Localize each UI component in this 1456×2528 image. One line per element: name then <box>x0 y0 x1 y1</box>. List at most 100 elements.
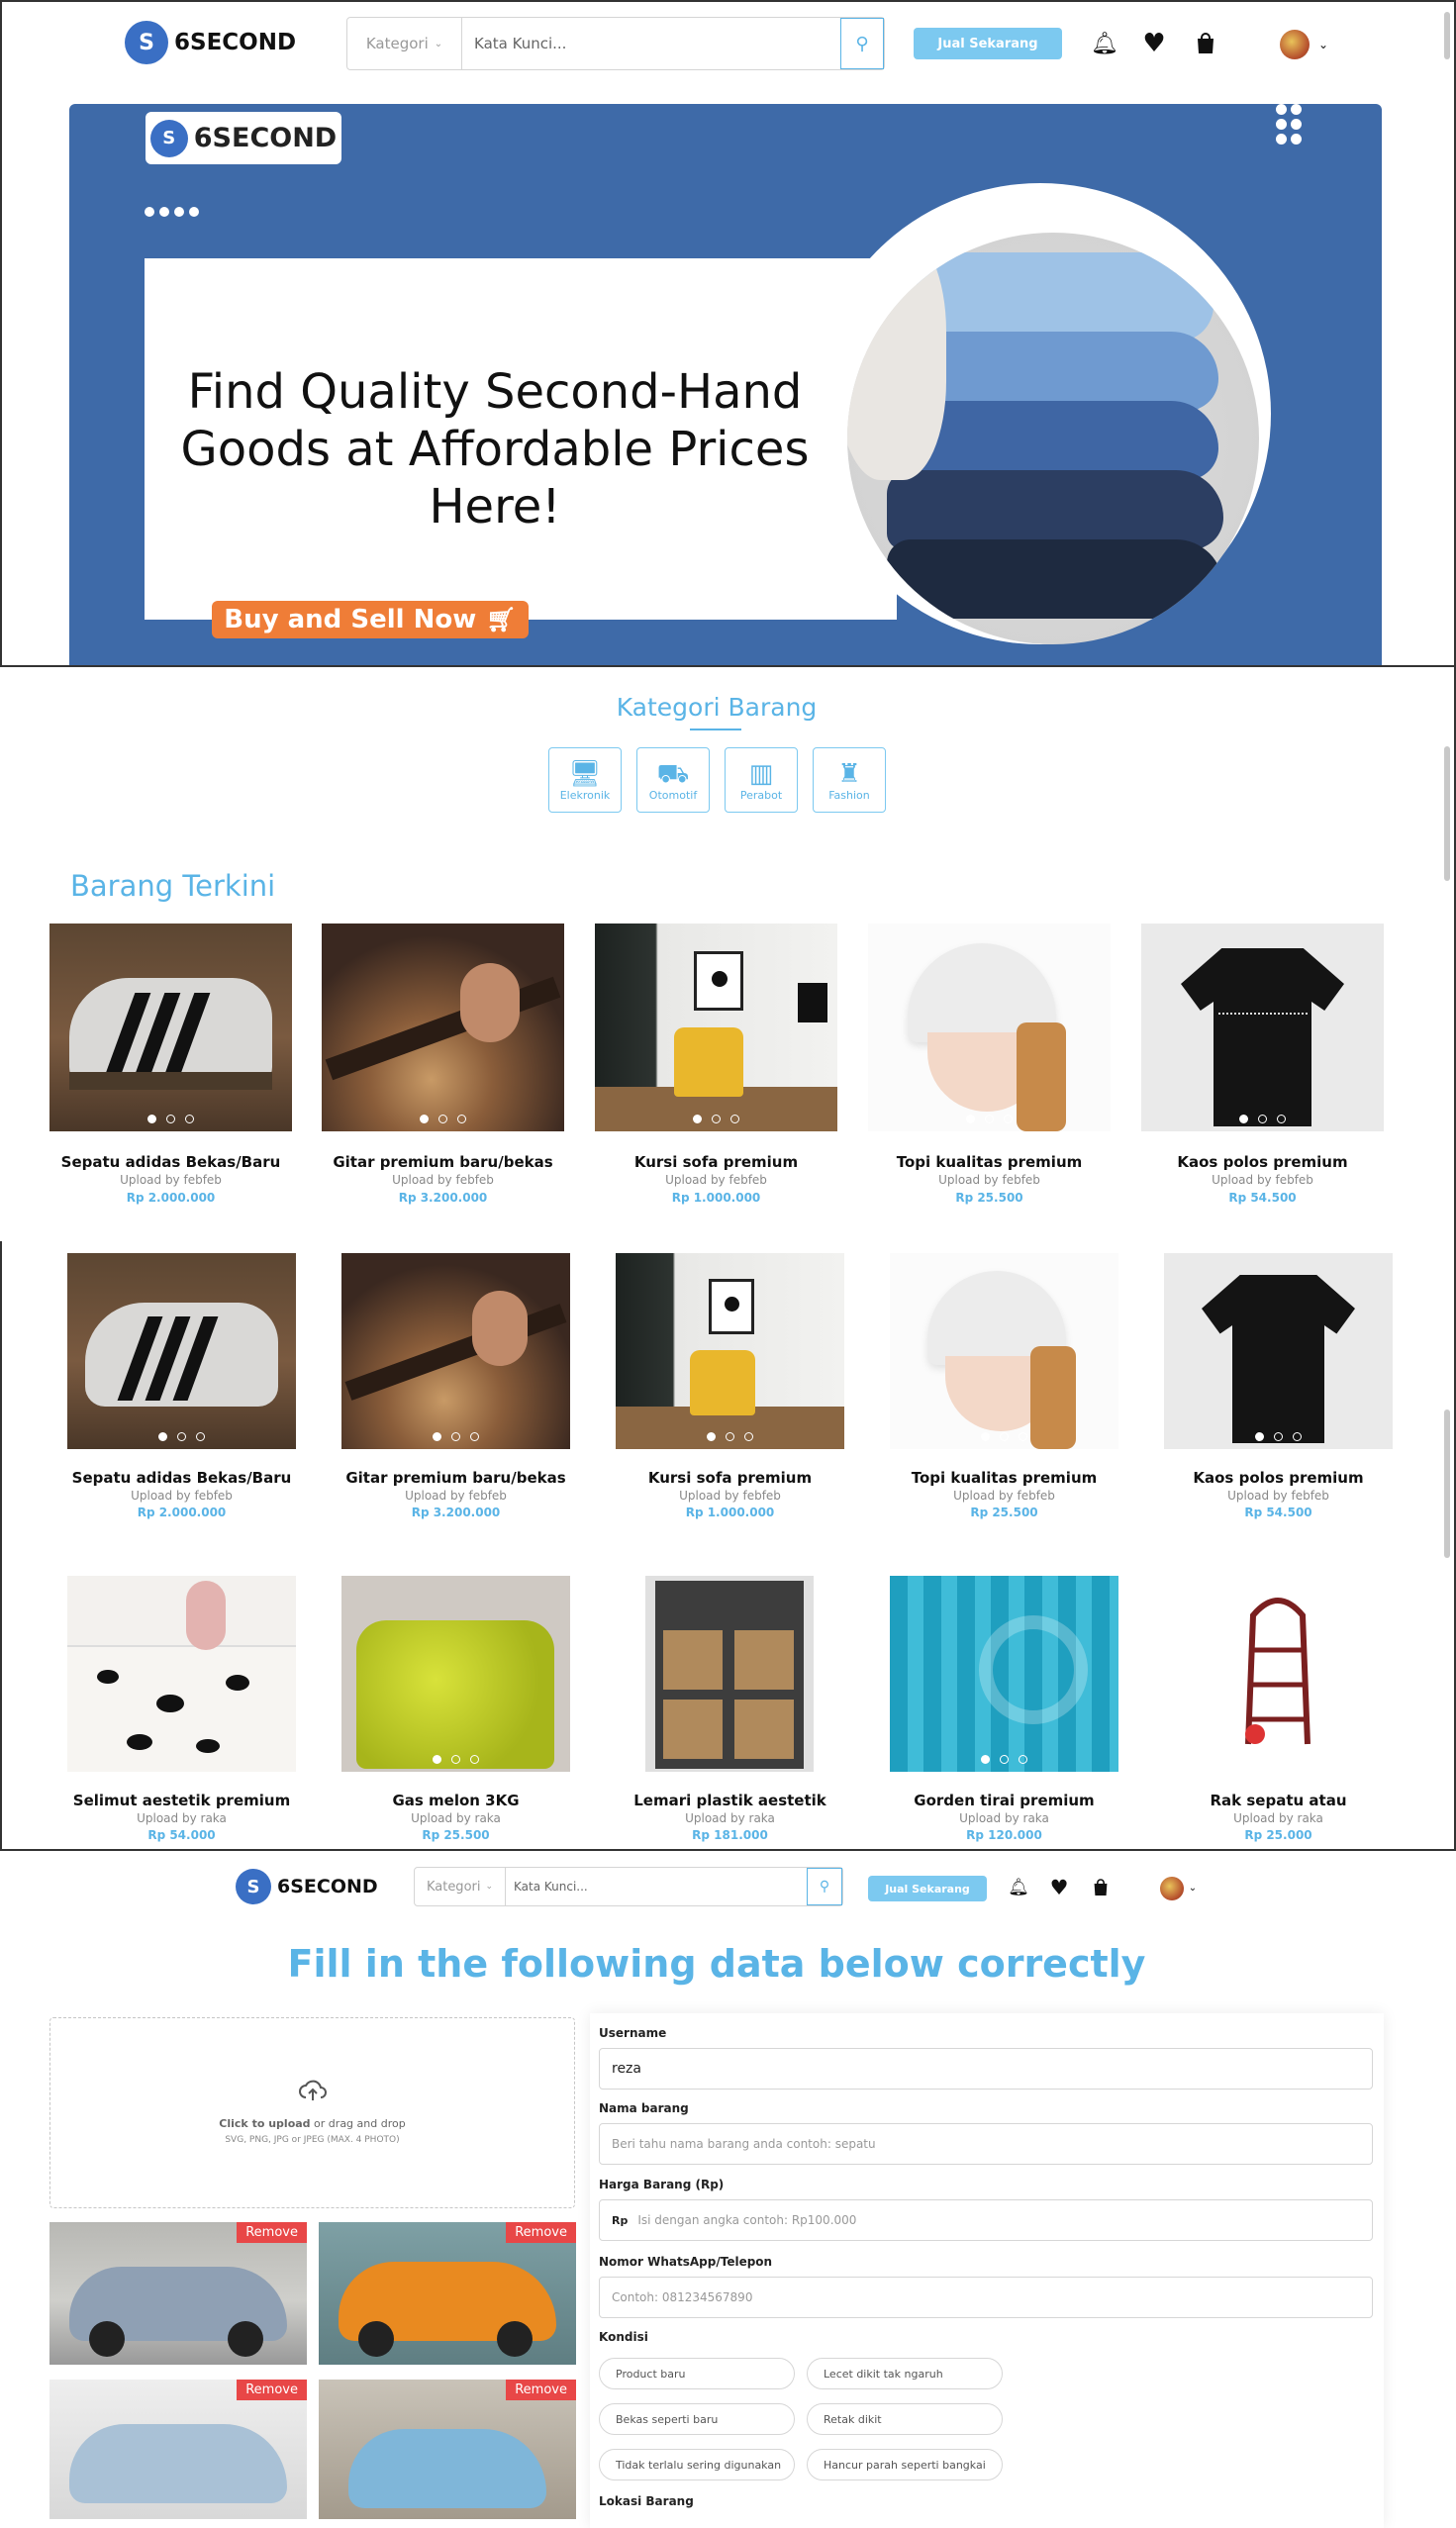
avatar[interactable] <box>1160 1877 1184 1900</box>
product-card[interactable]: Gas melon 3KG Upload by raka Rp 25.500 <box>341 1576 570 1849</box>
remove-photo-button[interactable]: Remove <box>506 2222 576 2243</box>
photo-thumbnail: Remove <box>319 2222 576 2365</box>
product-card[interactable]: Lemari plastik aestetik Upload by raka R… <box>616 1576 844 1849</box>
product-price: Rp 1.000.000 <box>685 1506 775 1519</box>
search-icon: ⚲ <box>819 1879 830 1895</box>
condition-option[interactable]: Product baru <box>599 2358 795 2389</box>
product-uploader: Upload by febfeb <box>938 1173 1040 1187</box>
navbar: S 6SECOND Kategori ⌄ Kata Kunci... ⚲ Jua… <box>0 1851 1456 1920</box>
jeans-image <box>847 233 1259 644</box>
product-card[interactable]: Rak sepatu atau Upload by raka Rp 25.000 <box>1164 1576 1393 1849</box>
product-uploader: Upload by raka <box>411 1811 501 1825</box>
category-perabot[interactable]: ▥ Perabot <box>725 747 798 813</box>
category-fashion[interactable]: ♜ Fashion <box>813 747 886 813</box>
photo-thumbnail: Remove <box>49 2222 307 2365</box>
chevron-down-icon[interactable]: ⌄ <box>1187 1877 1199 1898</box>
price-label: Harga Barang (Rp) <box>599 2178 725 2191</box>
scrollbar[interactable] <box>1442 667 1452 1241</box>
product-card[interactable]: Gitar premium baru/bekas Upload by febfe… <box>341 1253 570 1540</box>
product-price: Rp 2.000.000 <box>137 1506 227 1519</box>
product-card[interactable]: Topi kualitas premium Upload by febfeb R… <box>890 1253 1118 1540</box>
hero-viewport: S 6SECOND Kategori ⌄ Kata Kunci... ⚲ Jua… <box>0 0 1456 667</box>
product-image <box>890 1576 1118 1772</box>
product-card[interactable]: Sepatu adidas Bekas/Baru Upload by febfe… <box>49 924 292 1220</box>
condition-option[interactable]: Hancur parah seperti bangkai <box>807 2449 1003 2480</box>
category-otomotif[interactable]: ⛟ Otomotif <box>636 747 710 813</box>
sell-now-button[interactable]: Jual Sekarang <box>868 1876 987 1901</box>
category-underline <box>690 729 741 730</box>
bell-icon[interactable]: 🔔︎ <box>1008 1875 1029 1900</box>
product-price: Rp 1.000.000 <box>671 1191 761 1205</box>
category-title: Kategori Barang <box>616 693 818 722</box>
product-card[interactable]: Gorden tirai premium Upload by raka Rp 1… <box>890 1576 1118 1849</box>
item-name-field[interactable]: Beri tahu nama barang anda contoh: sepat… <box>599 2123 1373 2165</box>
logo-icon: S <box>236 1869 271 1904</box>
brand-logo[interactable]: S 6SECOND <box>125 21 296 64</box>
search-button[interactable]: ⚲ <box>840 18 884 69</box>
category-select[interactable]: Kategori ⌄ <box>347 18 462 69</box>
buy-sell-button[interactable]: Buy and Sell Now 🛒︎ <box>212 601 529 638</box>
shirt-icon: ♜ <box>837 758 861 789</box>
avatar[interactable] <box>1280 30 1310 59</box>
product-name: Kaos polos premium <box>1193 1469 1364 1487</box>
phone-field[interactable]: Contoh: 081234567890 <box>599 2277 1373 2318</box>
condition-option[interactable]: Tidak terlalu sering digunakan <box>599 2449 795 2480</box>
product-price: Rp 54.000 <box>147 1828 216 1842</box>
product-image <box>67 1576 296 1772</box>
product-uploader: Upload by raka <box>1233 1811 1323 1825</box>
latest-title: Barang Terkini <box>70 869 276 903</box>
bell-icon[interactable]: 🔔︎ <box>1091 28 1118 59</box>
chevron-down-icon[interactable]: ⌄ <box>1316 32 1330 57</box>
photo-dropzone[interactable]: Click to upload or drag and drop SVG, PN… <box>49 2017 575 2208</box>
heart-icon[interactable]: ♥ <box>1140 28 1168 59</box>
photo-thumbnail: Remove <box>49 2380 307 2519</box>
product-card[interactable]: Gitar premium baru/bekas Upload by febfe… <box>322 924 564 1220</box>
upload-text: Click to upload or drag and drop <box>50 2117 574 2130</box>
bag-icon[interactable] <box>1192 28 1219 59</box>
username-field[interactable]: reza <box>599 2048 1373 2090</box>
brand-logo[interactable]: S 6SECOND <box>236 1869 378 1904</box>
remove-photo-button[interactable]: Remove <box>506 2380 576 2400</box>
location-label: Lokasi Barang <box>599 2494 694 2508</box>
product-card[interactable]: Sepatu adidas Bekas/Baru Upload by febfe… <box>67 1253 296 1540</box>
scrollbar[interactable] <box>1442 2 1452 665</box>
condition-option[interactable]: Bekas seperti baru <box>599 2403 795 2435</box>
phone-label: Nomor WhatsApp/Telepon <box>599 2255 773 2269</box>
product-price: Rp 181.000 <box>692 1828 768 1842</box>
buy-sell-label: Buy and Sell Now <box>224 605 477 634</box>
product-card[interactable]: Kaos polos premium Upload by febfeb Rp 5… <box>1164 1253 1393 1540</box>
product-card[interactable]: Kursi sofa premium Upload by febfeb Rp 1… <box>616 1253 844 1540</box>
product-uploader: Upload by febfeb <box>392 1173 494 1187</box>
product-card[interactable]: Kaos polos premium Upload by febfeb Rp 5… <box>1141 924 1384 1220</box>
product-image <box>49 924 292 1131</box>
category-elektronik[interactable]: 🖥︎ Elekronik <box>548 747 622 813</box>
price-field[interactable]: Rp Isi dengan angka contoh: Rp100.000 <box>599 2199 1373 2241</box>
chevron-down-icon: ⌄ <box>434 38 443 49</box>
product-price: Rp 25.500 <box>970 1506 1038 1519</box>
search-button[interactable]: ⚲ <box>807 1868 842 1905</box>
keyword-input[interactable]: Kata Kunci... <box>506 1868 807 1905</box>
bag-icon[interactable] <box>1090 1875 1112 1900</box>
keyword-input[interactable]: Kata Kunci... <box>462 18 840 69</box>
product-uploader: Upload by febfeb <box>953 1489 1055 1503</box>
search-icon: ⚲ <box>855 33 869 54</box>
category-label: Elekronik <box>559 788 611 802</box>
product-name: Kursi sofa premium <box>647 1469 813 1487</box>
heart-icon[interactable]: ♥ <box>1048 1875 1070 1900</box>
category-select[interactable]: Kategori ⌄ <box>415 1868 506 1905</box>
remove-photo-button[interactable]: Remove <box>237 2380 307 2400</box>
remove-photo-button[interactable]: Remove <box>237 2222 307 2243</box>
cloud-upload-icon <box>298 2080 328 2103</box>
logo-icon: S <box>149 119 188 157</box>
product-uploader: Upload by febfeb <box>405 1489 507 1503</box>
product-card[interactable]: Selimut aestetik premium Upload by raka … <box>67 1576 296 1849</box>
condition-option[interactable]: Retak dikit <box>807 2403 1003 2435</box>
product-card[interactable]: Kursi sofa premium Upload by febfeb Rp 1… <box>595 924 837 1220</box>
decor-dots <box>145 207 199 217</box>
condition-option[interactable]: Lecet dikit tak ngaruh <box>807 2358 1003 2389</box>
sell-now-button[interactable]: Jual Sekarang <box>914 28 1062 59</box>
scrollbar[interactable] <box>1442 1241 1452 1849</box>
product-image <box>341 1576 570 1772</box>
product-card[interactable]: Topi kualitas premium Upload by febfeb R… <box>868 924 1111 1220</box>
truck-icon: ⛟ <box>656 758 690 789</box>
